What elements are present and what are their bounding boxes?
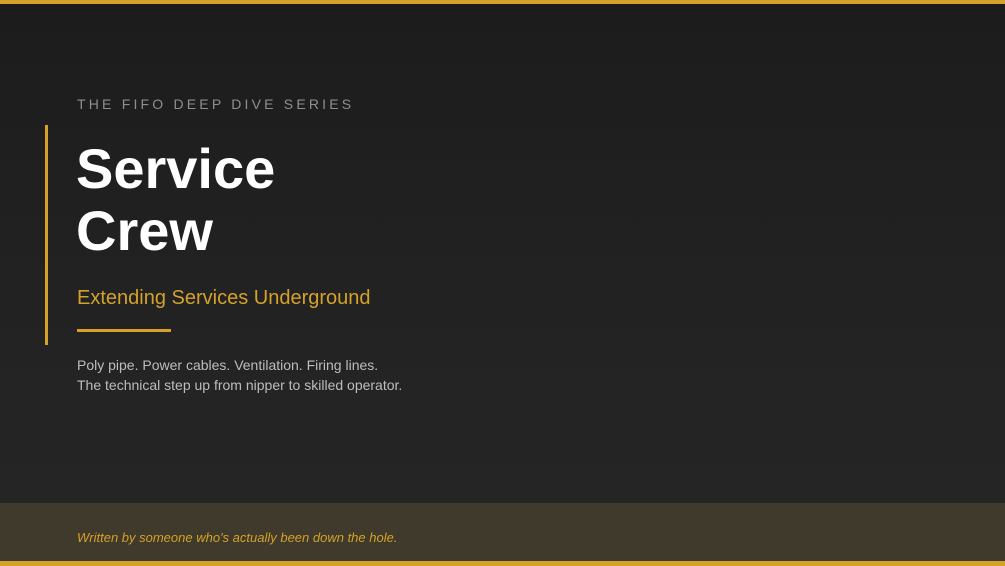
description-line-1: Poly pipe. Power cables. Ventilation. Fi… bbox=[77, 357, 379, 373]
page-title: Service Crew bbox=[76, 138, 476, 262]
subtitle: Extending Services Underground bbox=[77, 287, 371, 309]
subtitle-underline bbox=[77, 329, 171, 332]
series-label: THE FIFO DEEP DIVE SERIES bbox=[77, 96, 355, 112]
vertical-accent-line bbox=[45, 125, 48, 345]
bottom-accent-bar bbox=[0, 561, 1005, 566]
description-line-2: The technical step up from nipper to ski… bbox=[77, 377, 403, 393]
title-slide: THE FIFO DEEP DIVE SERIES Service Crew E… bbox=[0, 0, 1005, 566]
description: Poly pipe. Power cables. Ventilation. Fi… bbox=[77, 355, 402, 395]
footer-tagline: Written by someone who's actually been d… bbox=[77, 530, 398, 545]
title-line-2: Crew bbox=[76, 199, 213, 262]
footer-band: Written by someone who's actually been d… bbox=[0, 503, 1005, 561]
title-line-1: Service bbox=[76, 137, 276, 200]
top-accent-bar bbox=[0, 0, 1005, 4]
